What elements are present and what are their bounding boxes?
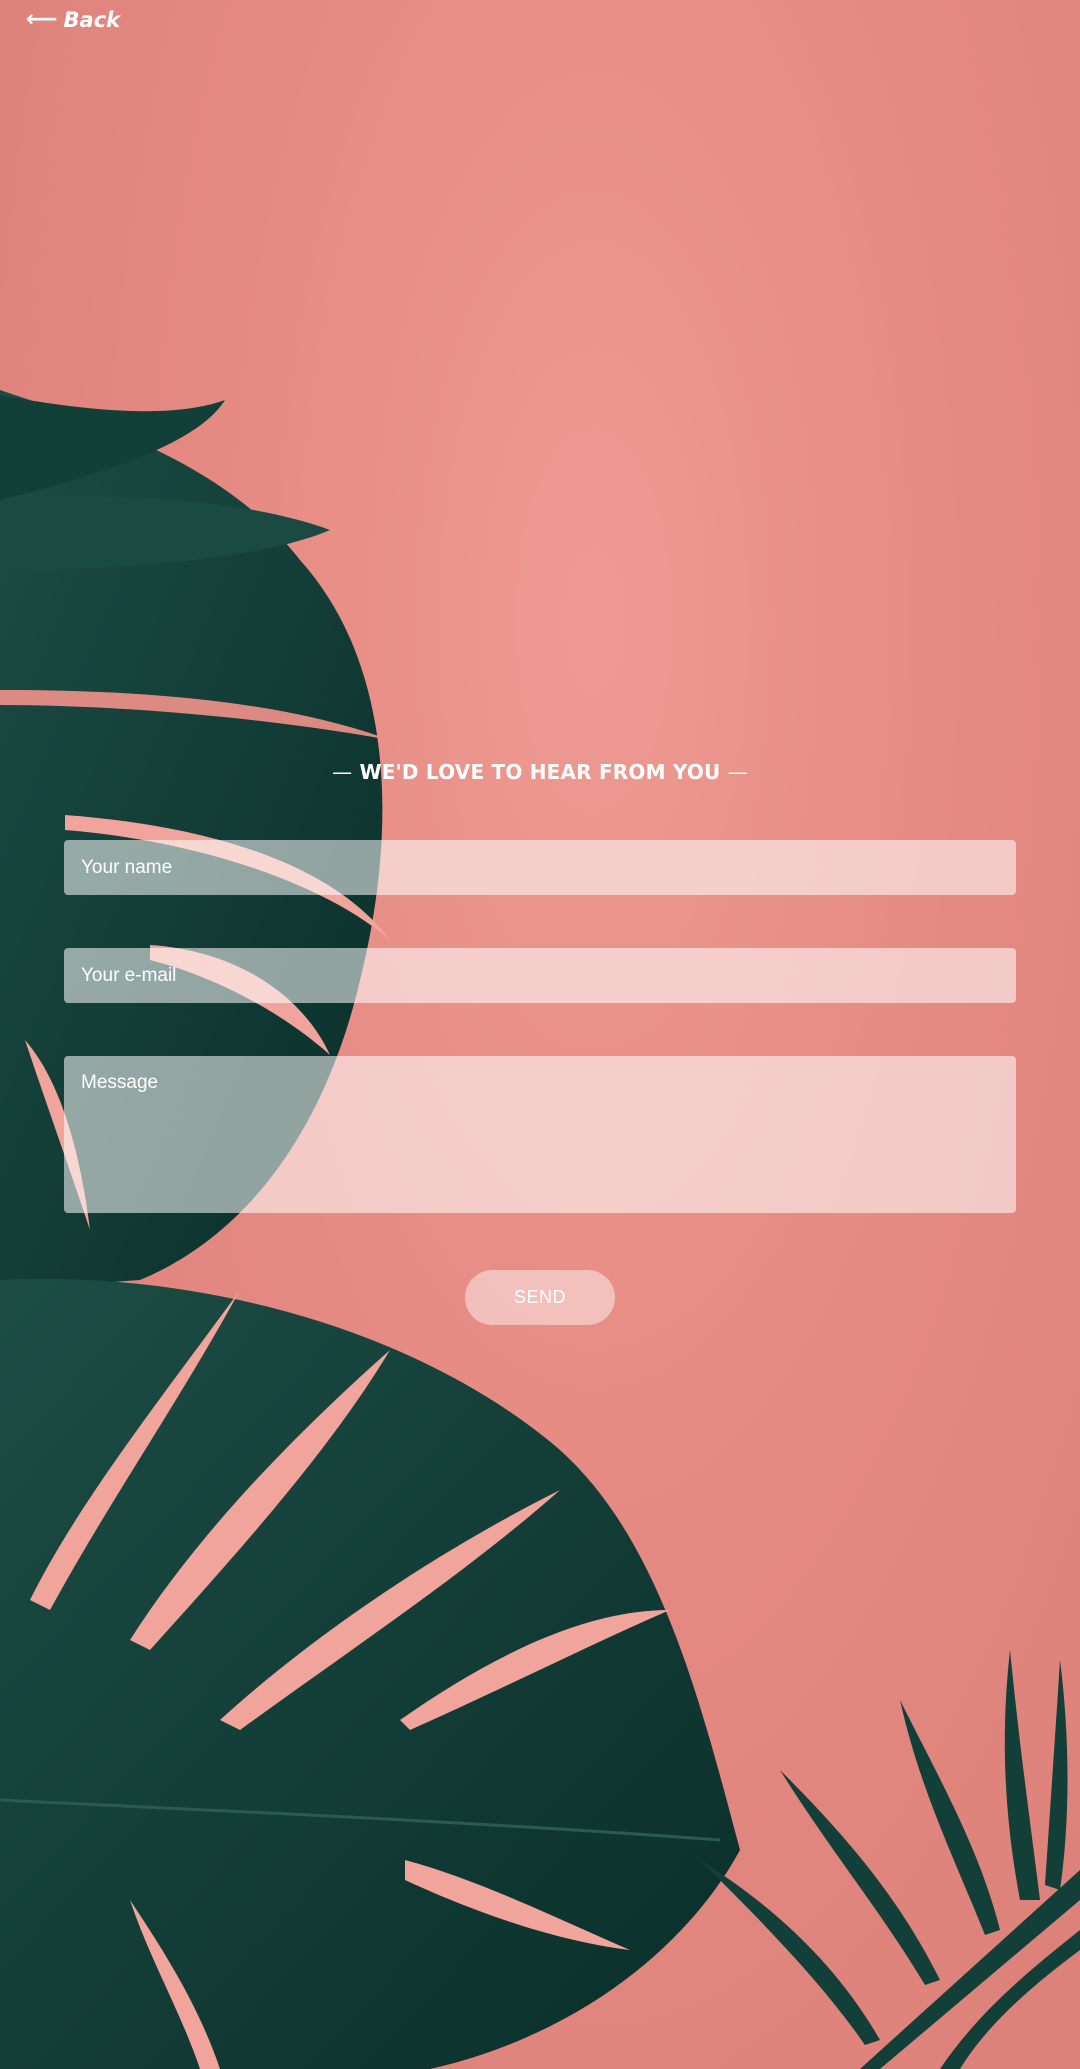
arrow-left-icon: ⟵ bbox=[26, 7, 58, 32]
heading-dash-left: — bbox=[332, 760, 353, 784]
heading-dash-right: — bbox=[727, 760, 748, 784]
palm-frond bbox=[700, 1650, 1080, 2069]
background-image bbox=[0, 0, 1080, 2069]
back-link[interactable]: ⟵ Back bbox=[26, 8, 120, 32]
send-button[interactable]: SEND bbox=[465, 1270, 615, 1325]
heading-text: WE'D LOVE TO HEAR FROM YOU bbox=[359, 760, 721, 784]
name-input[interactable] bbox=[64, 840, 1016, 895]
message-textarea[interactable] bbox=[64, 1056, 1016, 1213]
contact-heading: — WE'D LOVE TO HEAR FROM YOU — bbox=[0, 760, 1080, 784]
monstera-leaf-lower bbox=[0, 1278, 740, 2069]
email-input[interactable] bbox=[64, 948, 1016, 1003]
back-label: Back bbox=[63, 8, 121, 32]
tropical-leaves-illustration bbox=[0, 390, 1080, 2069]
